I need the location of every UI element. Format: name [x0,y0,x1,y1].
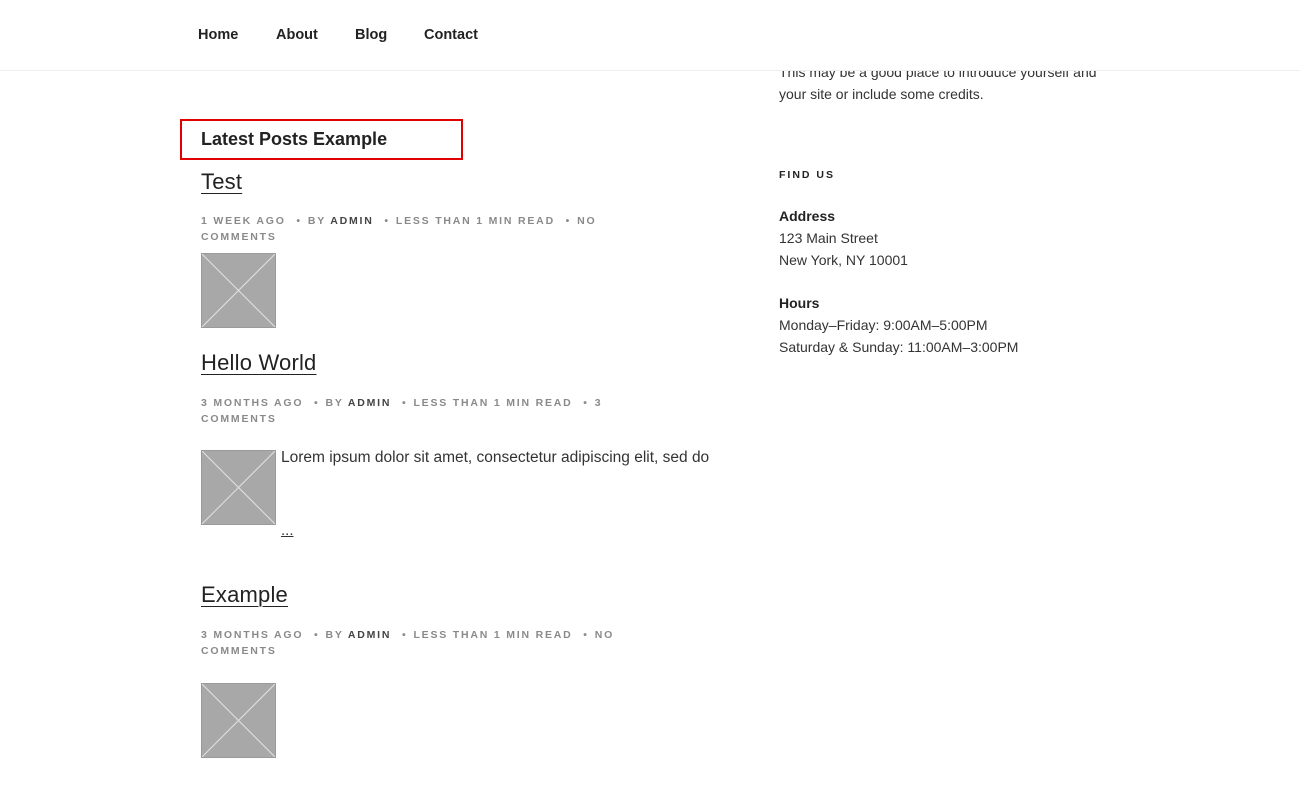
read-more-link[interactable]: ... [281,522,294,539]
post-date[interactable]: 1 week ago [201,215,286,227]
section-title: Latest Posts Example [201,129,388,149]
post-author-link[interactable]: admin [348,397,391,409]
post-thumbnail-image[interactable] [201,450,276,525]
post-date[interactable]: 3 months ago [201,629,303,641]
find-us-widget-title: FIND US [779,169,835,181]
post-thumbnail-image[interactable] [201,683,276,758]
address-block: Address 123 Main Street New York, NY 100… [779,205,908,271]
post-thumbnail-image[interactable] [201,253,276,328]
post-by-label: by [307,215,326,227]
address-line-1: 123 Main Street [779,230,878,246]
post-title-link[interactable]: Example [201,582,288,608]
post-meta: 3 months ago • by admin • Less than 1 min … [201,397,603,425]
post-by-label: by [325,629,344,641]
hours-line-1: Monday–Friday: 9:00AM–5:00PM [779,317,988,333]
post-by-label: by [325,397,344,409]
address-heading: Address [779,208,836,224]
post-read-time: Less than 1 min read [413,629,573,641]
post-read-time: Less than 1 min read [395,215,555,227]
post-read-time: Less than 1 min read [413,397,573,409]
post-meta: 3 months ago • by admin • Less than 1 min … [201,629,615,657]
top-navigation: Home About Blog Contact [0,0,1300,71]
post-author-link[interactable]: admin [330,215,373,227]
post-author-link[interactable]: admin [348,629,391,641]
nav-blog-link[interactable]: Blog [355,27,387,43]
nav-contact-link[interactable]: Contact [424,27,478,43]
post-excerpt: Lorem ipsum dolor sit amet, consectetur … [281,449,710,466]
nav-about-link[interactable]: About [276,27,318,43]
post-date[interactable]: 3 months ago [201,397,303,409]
post-meta: 1 week ago • by admin • Less than 1 min re… [201,215,597,243]
post-title-link[interactable]: Test [201,169,242,195]
hours-block: Hours Monday–Friday: 9:00AM–5:00PM Satur… [779,292,1018,358]
hours-line-2: Saturday & Sunday: 11:00AM–3:00PM [779,339,1019,355]
hours-heading: Hours [779,295,820,311]
post-title-link[interactable]: Hello World [201,350,317,376]
address-line-2: New York, NY 10001 [779,252,908,268]
nav-home-link[interactable]: Home [198,27,238,43]
